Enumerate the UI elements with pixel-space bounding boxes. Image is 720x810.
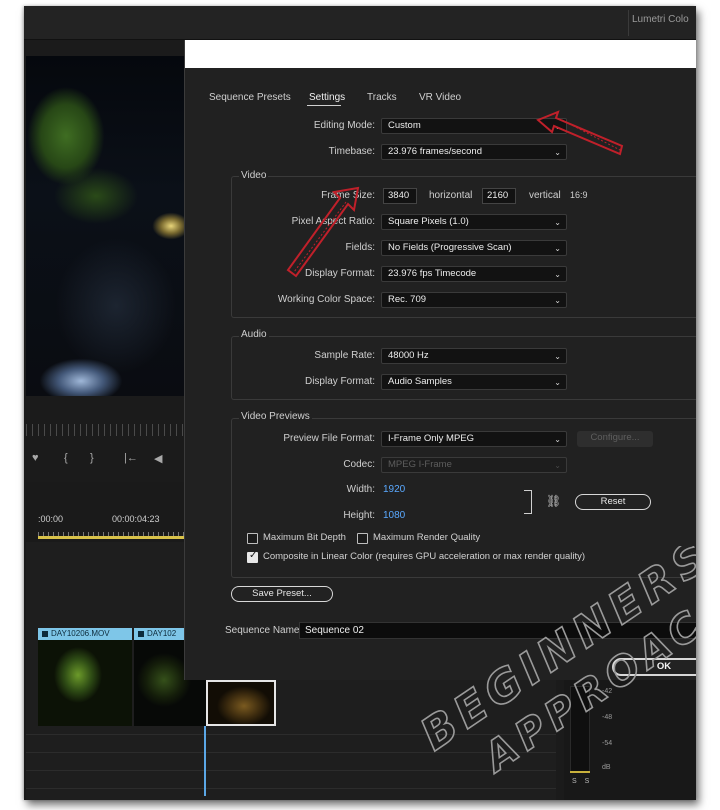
frame-height-input[interactable]: 2160 <box>482 188 516 204</box>
link-icon[interactable]: ⛓ <box>546 494 561 508</box>
chevron-down-icon: ⌄ <box>554 352 561 361</box>
go-to-in-icon[interactable]: |← <box>124 452 138 464</box>
codec-label: Codec: <box>343 459 375 470</box>
dropdown-value: Custom <box>388 120 421 131</box>
chevron-down-icon: ⌄ <box>554 296 561 305</box>
monitor-ruler[interactable] <box>26 424 184 436</box>
dropdown-value: Square Pixels (1.0) <box>388 216 469 227</box>
preview-width-value[interactable]: 1920 <box>383 484 405 495</box>
video-display-format-dropdown[interactable]: 23.976 fps Timecode ⌄ <box>381 266 567 282</box>
workspace-topbar <box>24 6 696 40</box>
dropdown-value: 23.976 frames/second <box>388 146 483 157</box>
working-color-space-dropdown[interactable]: Rec. 709 ⌄ <box>381 292 567 308</box>
clip-fx-icon <box>42 630 48 637</box>
clip-fx-icon <box>138 630 144 637</box>
chevron-down-icon: ⌄ <box>554 461 561 470</box>
tab-vr-video[interactable]: VR Video <box>419 92 461 103</box>
vertical-label: vertical <box>529 190 561 201</box>
video-group-title: Video <box>239 170 269 181</box>
clip-name: DAY10206.MOV <box>51 629 110 638</box>
timecode-mark: 00:00:04:23 <box>112 514 160 524</box>
chevron-down-icon: ⌄ <box>554 244 561 253</box>
watermark-logo: BEGINNERS APPROACH <box>411 546 696 783</box>
annotation-arrow-icon <box>286 186 360 278</box>
codec-dropdown[interactable]: MPEG I-Frame ⌄ <box>381 457 567 473</box>
chevron-down-icon: ⌄ <box>554 378 561 387</box>
dropdown-value: Rec. 709 <box>388 294 427 305</box>
pixel-aspect-dropdown[interactable]: Square Pixels (1.0) ⌄ <box>381 214 567 230</box>
clip-name: DAY102 <box>147 629 177 638</box>
lumetri-color-tab[interactable]: Lumetri Colo <box>632 14 689 25</box>
tab-tracks[interactable]: Tracks <box>367 92 397 103</box>
playhead[interactable] <box>204 726 206 796</box>
tab-sequence-presets[interactable]: Sequence Presets <box>209 92 291 103</box>
program-monitor-preview <box>26 56 184 396</box>
annotation-arrow-icon <box>536 110 624 156</box>
preview-file-format-dropdown[interactable]: I-Frame Only MPEG ⌄ <box>381 431 567 447</box>
save-preset-button[interactable]: Save Preset... <box>231 586 333 602</box>
mark-out-icon[interactable]: } <box>90 452 94 464</box>
screenshot-frame: Lumetri Colo ♥ { } |← ◀ :00:00 00:00:04:… <box>24 6 696 800</box>
constrain-bracket <box>524 490 532 514</box>
max-bit-depth-checkbox[interactable] <box>247 533 258 544</box>
max-bit-depth-label: Maximum Bit Depth <box>263 532 346 543</box>
add-marker-icon[interactable]: ♥ <box>32 452 39 464</box>
mark-in-icon[interactable]: { <box>64 452 68 464</box>
clip-label[interactable]: DAY10206.MOV <box>38 628 132 640</box>
audio-display-format-label: Display Format: <box>304 376 375 387</box>
linear-color-checkbox[interactable] <box>247 550 258 563</box>
preview-file-format-label: Preview File Format: <box>283 433 375 444</box>
clip-thumbnail[interactable] <box>38 640 132 726</box>
sequence-name-label: Sequence Name: <box>225 625 303 636</box>
clip-thumbnail-selected[interactable] <box>206 680 276 726</box>
tab-settings[interactable]: Settings <box>309 92 345 103</box>
frame-width-input[interactable]: 3840 <box>383 188 417 204</box>
working-color-space-label: Working Color Space: <box>277 294 375 305</box>
work-area-bar[interactable] <box>38 536 184 539</box>
step-back-icon[interactable]: ◀ <box>154 452 162 465</box>
chevron-down-icon: ⌄ <box>554 435 561 444</box>
clip-label[interactable]: DAY102 <box>134 628 184 640</box>
timebase-label: Timebase: <box>328 146 375 157</box>
dialog-titlebar <box>185 40 696 68</box>
dropdown-value: No Fields (Progressive Scan) <box>388 242 512 253</box>
audio-group <box>231 336 696 400</box>
dropdown-value: 48000 Hz <box>388 350 429 361</box>
panel-separator <box>628 10 629 36</box>
chevron-down-icon: ⌄ <box>554 270 561 279</box>
editing-mode-label: Editing Mode: <box>313 120 375 131</box>
fields-dropdown[interactable]: No Fields (Progressive Scan) ⌄ <box>381 240 567 256</box>
sample-rate-dropdown[interactable]: 48000 Hz ⌄ <box>381 348 567 364</box>
preview-width-label: Width: <box>346 484 375 495</box>
reset-button[interactable]: Reset <box>575 494 651 510</box>
horizontal-label: horizontal <box>429 190 473 201</box>
dropdown-value: Audio Samples <box>388 376 452 387</box>
max-render-quality-checkbox[interactable] <box>357 533 368 544</box>
sample-rate-label: Sample Rate: <box>314 350 375 361</box>
dropdown-value: MPEG I-Frame <box>388 459 452 470</box>
audio-group-title: Audio <box>239 329 269 340</box>
video-previews-group-title: Video Previews <box>239 411 312 422</box>
timecode-start: :00:00 <box>38 514 64 524</box>
active-tab-underline <box>307 105 341 106</box>
aspect-ratio-readout: 16:9 <box>570 190 588 200</box>
dropdown-value: I-Frame Only MPEG <box>388 433 475 444</box>
chevron-down-icon: ⌄ <box>554 218 561 227</box>
max-render-quality-label: Maximum Render Quality <box>373 532 481 543</box>
dropdown-value: 23.976 fps Timecode <box>388 268 477 279</box>
configure-button[interactable]: Configure... <box>577 431 653 447</box>
preview-height-value[interactable]: 1080 <box>383 510 405 521</box>
preview-height-label: Height: <box>343 510 375 521</box>
audio-display-format-dropdown[interactable]: Audio Samples ⌄ <box>381 374 567 390</box>
